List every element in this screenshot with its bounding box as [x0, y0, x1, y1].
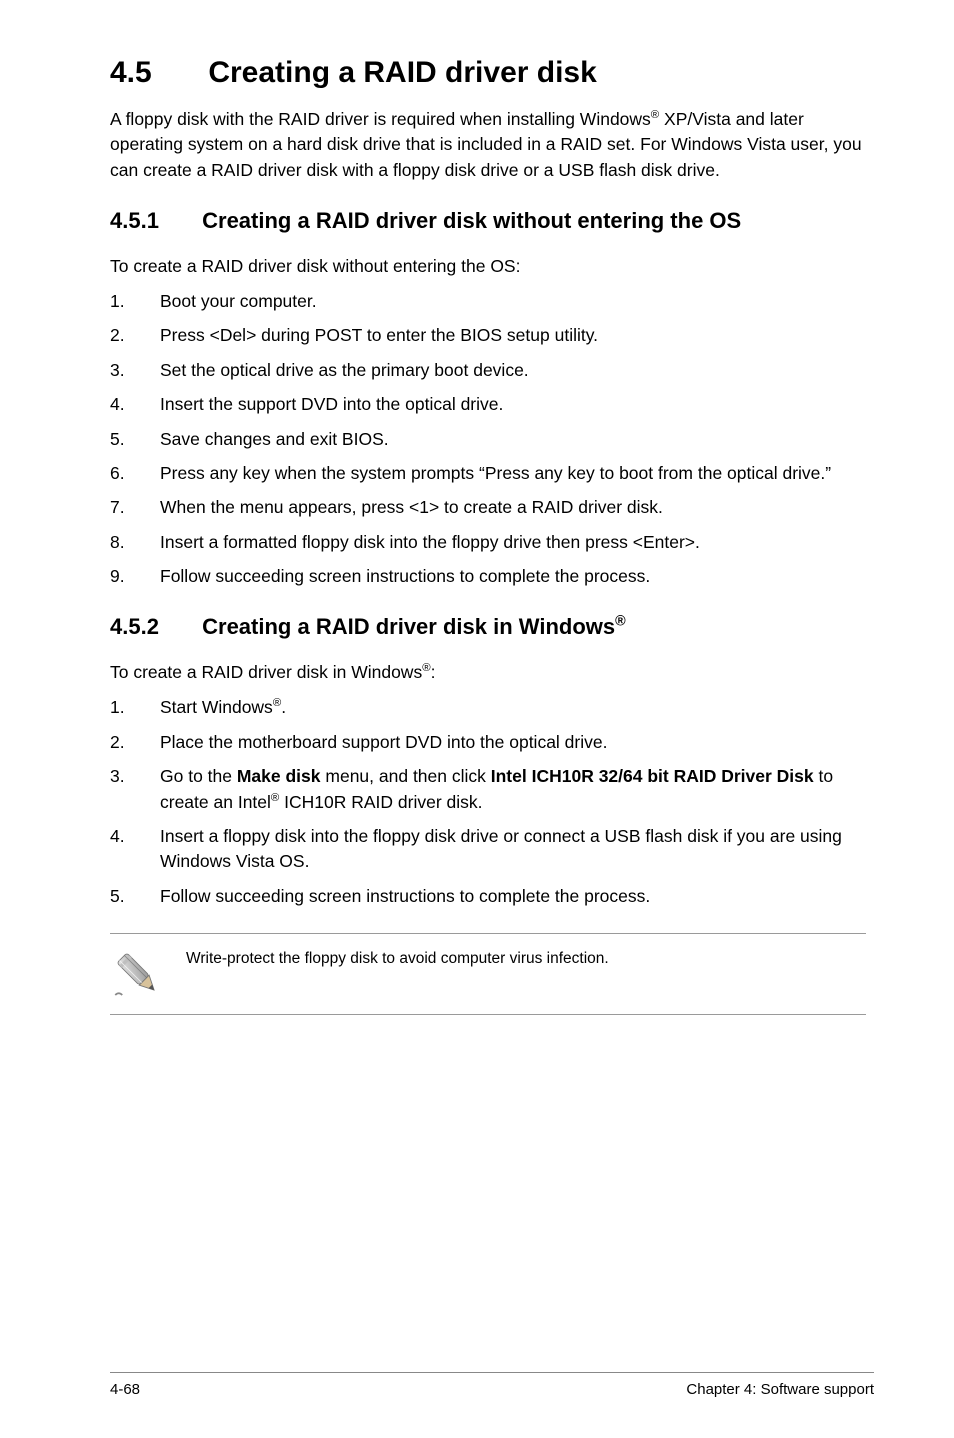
step3-e: ICH10R RAID driver disk. — [279, 792, 482, 812]
step3-bold-1: Make disk — [237, 766, 321, 786]
sec1-steps-list: 1. Boot your computer. 2. Press <Del> duri… — [110, 289, 874, 589]
section-heading-4-5-1: 4.5.1 Creating a RAID driver disk withou… — [110, 207, 874, 236]
step-number: 7. — [110, 495, 138, 520]
document-page: 4.5 Creating a RAID driver disk A floppy… — [0, 0, 954, 1438]
registered-symbol: ® — [615, 614, 626, 630]
footer-chapter-label: Chapter 4: Software support — [686, 1381, 874, 1398]
step-number: 5. — [110, 427, 138, 452]
subheading-title-a: Creating a RAID driver disk in Windows — [202, 614, 615, 639]
step-text: Place the motherboard support DVD into t… — [160, 730, 874, 755]
list-item: 6. Press any key when the system prompts … — [110, 461, 874, 486]
list-item: 1. Boot your computer. — [110, 289, 874, 314]
sec2-intro-b: : — [431, 662, 436, 682]
subheading-number: 4.5.2 — [110, 613, 196, 642]
intro-paragraph: A floppy disk with the RAID driver is re… — [110, 107, 874, 183]
section-heading-4-5: 4.5 Creating a RAID driver disk — [110, 55, 874, 91]
step3-bold-2: Intel ICH10R 32/64 bit RAID Driver Disk — [491, 766, 814, 786]
step-number: 1. — [110, 289, 138, 314]
step-number: 4. — [110, 392, 138, 417]
step-number: 6. — [110, 461, 138, 486]
list-item: 8. Insert a formatted floppy disk into th… — [110, 530, 874, 555]
step-number: 3. — [110, 358, 138, 383]
step-text: Boot your computer. — [160, 289, 874, 314]
step-number: 2. — [110, 730, 138, 755]
step-number: 5. — [110, 884, 138, 909]
list-item: 4. Insert the support DVD into the optica… — [110, 392, 874, 417]
step3-c: menu, and then click — [321, 766, 491, 786]
list-item: 5. Save changes and exit BIOS. — [110, 427, 874, 452]
note-text: Write-protect the floppy disk to avoid c… — [186, 946, 866, 970]
step-number: 1. — [110, 695, 138, 720]
step-text: Insert a formatted floppy disk into the … — [160, 530, 874, 555]
step-text: When the menu appears, press <1> to crea… — [160, 495, 874, 520]
intro-text-a: A floppy disk with the RAID driver is re… — [110, 109, 651, 129]
sec2-intro-a: To create a RAID driver disk in Windows — [110, 662, 422, 682]
list-item: 3. Go to the Make disk menu, and then cl… — [110, 764, 874, 815]
step1-b: . — [281, 697, 286, 717]
step1-a: Start Windows — [160, 697, 273, 717]
subheading-title: Creating a RAID driver disk without ente… — [202, 208, 741, 233]
step-text: Go to the Make disk menu, and then click… — [160, 764, 874, 815]
step-text: Start Windows®. — [160, 695, 874, 720]
page-footer: 4-68 Chapter 4: Software support — [110, 1372, 874, 1398]
step-text: Press <Del> during POST to enter the BIO… — [160, 323, 874, 348]
step-text: Set the optical drive as the primary boo… — [160, 358, 874, 383]
step-number: 2. — [110, 323, 138, 348]
footer-page-number: 4-68 — [110, 1381, 140, 1398]
sec2-steps-list: 1. Start Windows®. 2. Place the motherbo… — [110, 695, 874, 909]
pencil-icon — [110, 946, 166, 1002]
registered-symbol: ® — [651, 109, 659, 121]
step-text: Press any key when the system prompts “P… — [160, 461, 874, 486]
step-number: 9. — [110, 564, 138, 589]
list-item: 7. When the menu appears, press <1> to cr… — [110, 495, 874, 520]
step-text: Insert a floppy disk into the floppy dis… — [160, 824, 874, 875]
heading-title: Creating a RAID driver disk — [208, 56, 596, 89]
list-item: 5. Follow succeeding screen instructions… — [110, 884, 874, 909]
step-number: 3. — [110, 764, 138, 815]
note-callout: Write-protect the floppy disk to avoid c… — [110, 933, 866, 1015]
registered-symbol: ® — [422, 662, 430, 674]
step-text: Follow succeeding screen instructions to… — [160, 884, 874, 909]
heading-number: 4.5 — [110, 55, 200, 91]
list-item: 2. Press <Del> during POST to enter the B… — [110, 323, 874, 348]
sec1-intro-text: To create a RAID driver disk without ent… — [110, 254, 874, 279]
sec2-intro-text: To create a RAID driver disk in Windows®… — [110, 660, 874, 685]
step-number: 4. — [110, 824, 138, 875]
list-item: 3. Set the optical drive as the primary b… — [110, 358, 874, 383]
step-number: 8. — [110, 530, 138, 555]
subheading-number: 4.5.1 — [110, 207, 196, 236]
step3-a: Go to the — [160, 766, 237, 786]
list-item: 9. Follow succeeding screen instructions … — [110, 564, 874, 589]
section-heading-4-5-2: 4.5.2 Creating a RAID driver disk in Win… — [110, 613, 874, 642]
step-text: Save changes and exit BIOS. — [160, 427, 874, 452]
step-text: Insert the support DVD into the optical … — [160, 392, 874, 417]
list-item: 1. Start Windows®. — [110, 695, 874, 720]
step-text: Follow succeeding screen instructions to… — [160, 564, 874, 589]
list-item: 2. Place the motherboard support DVD int… — [110, 730, 874, 755]
list-item: 4. Insert a floppy disk into the floppy … — [110, 824, 874, 875]
registered-symbol: ® — [273, 698, 281, 710]
